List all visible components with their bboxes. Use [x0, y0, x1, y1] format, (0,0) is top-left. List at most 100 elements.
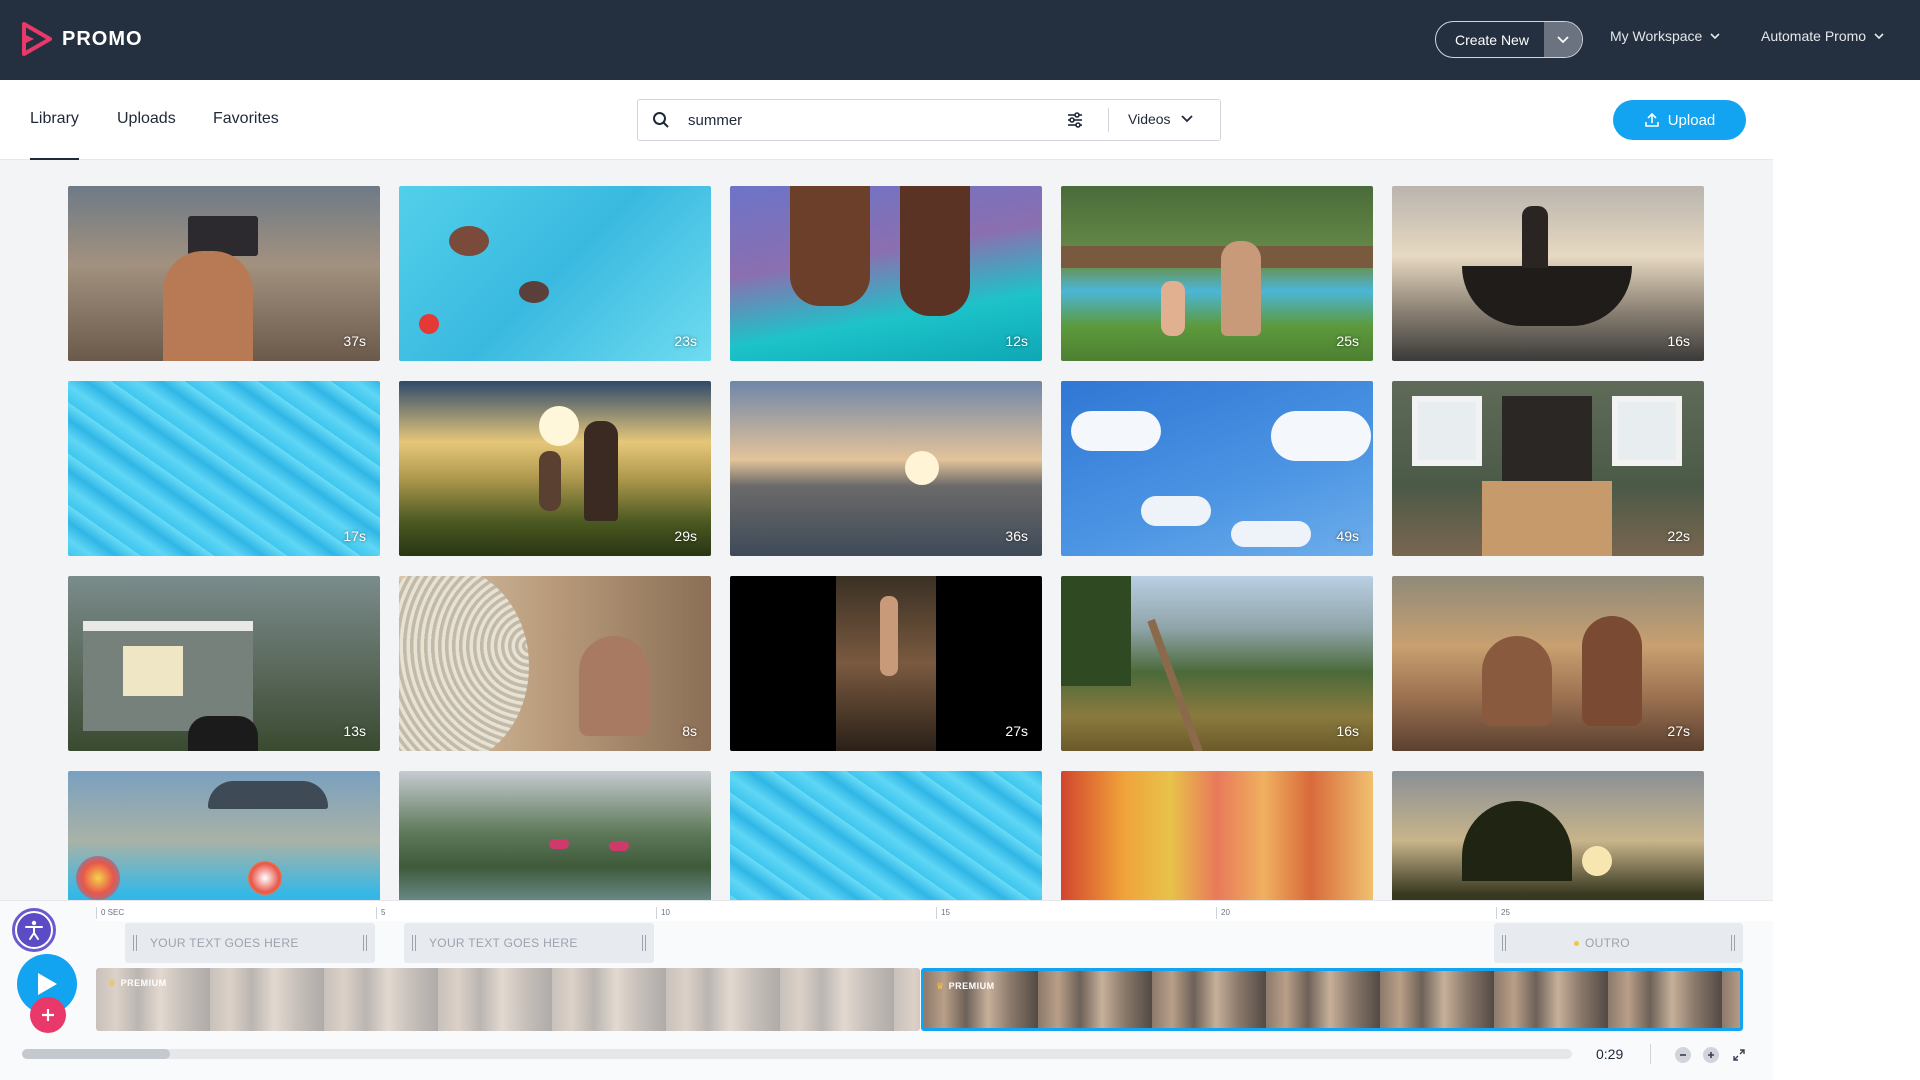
text-track-clip[interactable]: YOUR TEXT GOES HERE: [125, 923, 375, 963]
sun-shape: [1582, 846, 1612, 876]
video-thumbnail[interactable]: [730, 771, 1042, 900]
fit-timeline-button[interactable]: [1731, 1047, 1747, 1063]
play-icon: [38, 973, 57, 995]
ruler-tick: 25: [1496, 907, 1510, 919]
outro-text: OUTRO: [1585, 936, 1630, 950]
video-thumbnail[interactable]: [1392, 771, 1704, 900]
text-track-label: YOUR TEXT GOES HERE: [150, 936, 299, 950]
video-thumbnail[interactable]: 16s: [1392, 186, 1704, 361]
track-handle-right[interactable]: [642, 935, 646, 951]
stage-shape: [188, 216, 258, 256]
search-input[interactable]: [688, 106, 1028, 134]
tab-favorites[interactable]: Favorites: [213, 110, 279, 128]
cloud-shape: [1231, 521, 1311, 547]
automate-promo-dropdown[interactable]: Automate Promo: [1761, 28, 1884, 44]
my-workspace-label: My Workspace: [1610, 28, 1703, 44]
tab-uploads[interactable]: Uploads: [117, 110, 176, 128]
kayak-shape: [609, 841, 629, 851]
ruler-tick: 20: [1216, 907, 1230, 919]
timeline-ruler[interactable]: 0 SEC 5 10 15 20 25: [96, 901, 1773, 921]
video-thumbnail[interactable]: [399, 771, 711, 900]
duration-label: 8s: [682, 723, 697, 739]
video-thumbnail[interactable]: [68, 771, 380, 900]
duration-label: 16s: [1336, 723, 1359, 739]
video-thumbnail[interactable]: 8s: [399, 576, 711, 751]
video-thumbnail[interactable]: 27s: [730, 576, 1042, 751]
swimmer-shape: [519, 281, 549, 303]
my-workspace-dropdown[interactable]: My Workspace: [1610, 28, 1720, 44]
sun-shape: [905, 451, 939, 485]
timeline-duration: 0:29: [1596, 1046, 1624, 1062]
track-handle-left[interactable]: [133, 935, 137, 951]
fan-shape: [399, 576, 529, 751]
premium-badge: ♛ PREMIUM: [108, 978, 167, 989]
video-clip[interactable]: ♛ PREMIUM: [96, 968, 920, 1031]
duration-label: 22s: [1667, 528, 1690, 544]
create-new-label[interactable]: Create New: [1436, 22, 1544, 57]
person-shape: [1221, 241, 1261, 336]
person-shape: [163, 251, 253, 361]
duration-label: 13s: [343, 723, 366, 739]
upload-label: Upload: [1667, 111, 1716, 129]
track-handle-left[interactable]: [1502, 935, 1506, 951]
search-icon[interactable]: [652, 111, 670, 129]
chevron-down-icon: [1180, 115, 1193, 123]
video-thumbnail[interactable]: [1061, 771, 1373, 900]
fence-shape: [1061, 246, 1373, 268]
media-type-label: Videos: [1128, 111, 1171, 127]
track-handle-left[interactable]: [412, 935, 416, 951]
video-thumbnail[interactable]: 29s: [399, 381, 711, 556]
person-shape: [584, 421, 618, 521]
video-thumbnail[interactable]: 12s: [730, 186, 1042, 361]
cloud-shape: [1141, 496, 1211, 526]
plus-icon: [1708, 1052, 1714, 1058]
timeline-separator: [1650, 1044, 1651, 1064]
video-thumbnail[interactable]: 13s: [68, 576, 380, 751]
video-thumbnail[interactable]: 49s: [1061, 381, 1373, 556]
zoom-out-button[interactable]: [1675, 1047, 1691, 1063]
video-thumbnail[interactable]: 25s: [1061, 186, 1373, 361]
create-new-button[interactable]: Create New: [1435, 21, 1583, 58]
chevron-down-icon: [1874, 32, 1884, 39]
ruler-tick: 10: [656, 907, 670, 919]
video-thumbnail[interactable]: 37s: [68, 186, 380, 361]
video-thumbnail[interactable]: 22s: [1392, 381, 1704, 556]
chevron-down-icon: [1557, 35, 1569, 43]
upload-button[interactable]: Upload: [1613, 100, 1746, 140]
window-shape: [1612, 396, 1682, 466]
text-track-clip[interactable]: YOUR TEXT GOES HERE: [404, 923, 654, 963]
video-thumbnail[interactable]: 27s: [1392, 576, 1704, 751]
ruler-tick: 15: [936, 907, 950, 919]
dog-shape: [188, 716, 258, 751]
zoom-in-button[interactable]: [1703, 1047, 1719, 1063]
video-thumbnail[interactable]: 17s: [68, 381, 380, 556]
promo-logo[interactable]: PROMO: [22, 22, 143, 56]
accessibility-button[interactable]: [12, 908, 56, 952]
duration-label: 37s: [343, 333, 366, 349]
premium-text: PREMIUM: [120, 978, 167, 988]
track-handle-right[interactable]: [1731, 935, 1735, 951]
track-handle-right[interactable]: [363, 935, 367, 951]
media-type-dropdown[interactable]: Videos: [1128, 111, 1193, 127]
create-new-dropdown-toggle[interactable]: [1544, 22, 1582, 57]
duration-label: 27s: [1005, 723, 1028, 739]
video-thumbnail[interactable]: 16s: [1061, 576, 1373, 751]
arm-shape: [880, 596, 898, 676]
minus-icon: [1680, 1054, 1686, 1056]
video-clip-selected[interactable]: ♛ PREMIUM: [921, 968, 1743, 1031]
filter-sliders-icon[interactable]: [1066, 111, 1084, 129]
add-track-button[interactable]: [30, 997, 66, 1033]
timeline-scrollbar[interactable]: [22, 1049, 1572, 1059]
tab-library[interactable]: Library: [30, 110, 79, 160]
clip-frames: [96, 968, 920, 1031]
cloud-shape: [1271, 411, 1371, 461]
outro-track-clip[interactable]: OUTRO: [1494, 923, 1743, 963]
crown-icon: ♛: [936, 981, 945, 991]
duration-label: 12s: [1005, 333, 1028, 349]
video-thumbnail[interactable]: 36s: [730, 381, 1042, 556]
timeline-scroll-thumb[interactable]: [22, 1049, 170, 1059]
video-thumbnail[interactable]: 23s: [399, 186, 711, 361]
library-header: Library Uploads Favorites Videos Upload: [0, 80, 1773, 160]
legs-shape: [790, 186, 870, 306]
person-shape: [1522, 206, 1548, 268]
